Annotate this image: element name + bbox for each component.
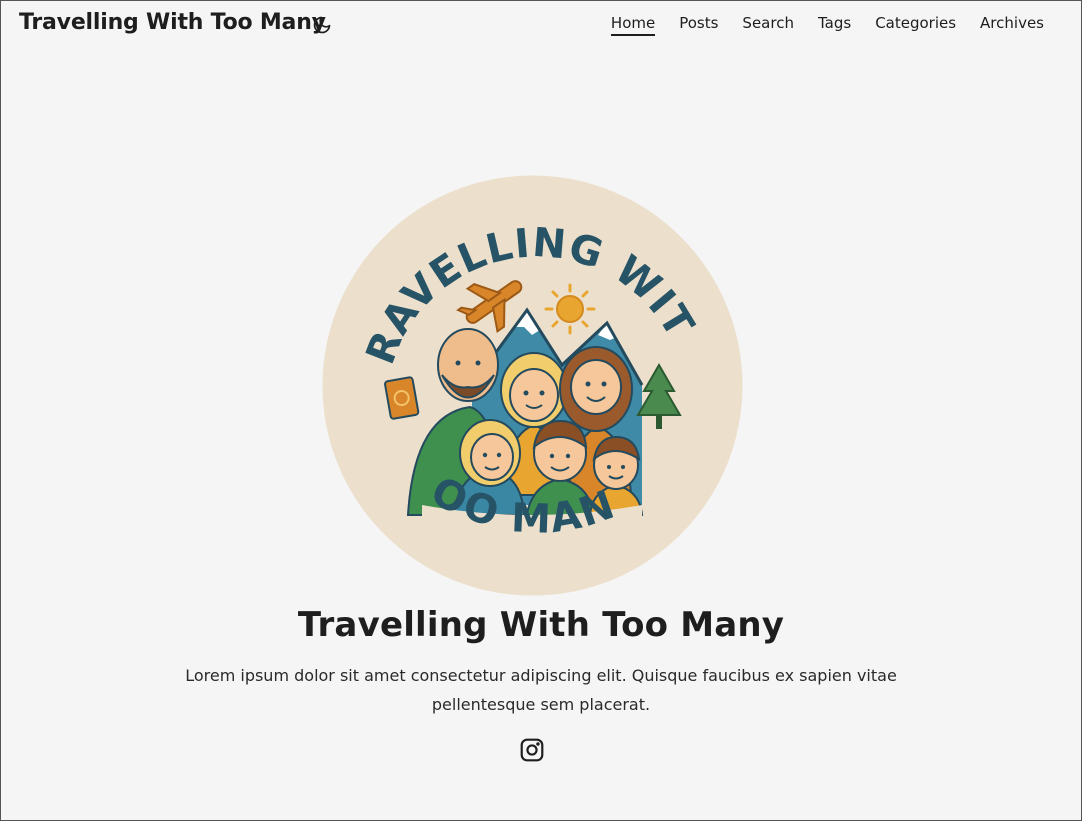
- top-navigation-bar: Travelling With Too Many Home Posts Sear…: [1, 1, 1081, 49]
- hero-title: Travelling With Too Many: [297, 605, 785, 645]
- main-nav: Home Posts Search Tags Categories Archiv…: [610, 14, 1044, 36]
- nav-link-search[interactable]: Search: [742, 14, 794, 36]
- nav-link-posts[interactable]: Posts: [679, 14, 718, 36]
- moon-icon[interactable]: [312, 15, 332, 35]
- site-title-link[interactable]: Travelling With Too Many: [19, 10, 326, 35]
- sun-icon: [544, 283, 596, 335]
- nav-link-archives[interactable]: Archives: [980, 14, 1044, 36]
- site-logo: TRAVELLING WITH TOO MANY: [305, 139, 743, 596]
- nav-link-home[interactable]: Home: [610, 14, 656, 36]
- passport-icon: [384, 376, 420, 420]
- instagram-icon[interactable]: [519, 737, 545, 763]
- hero-description: Lorem ipsum dolor sit amet consectetur a…: [185, 666, 897, 714]
- nav-link-categories[interactable]: Categories: [875, 14, 956, 36]
- nav-link-tags[interactable]: Tags: [818, 14, 851, 36]
